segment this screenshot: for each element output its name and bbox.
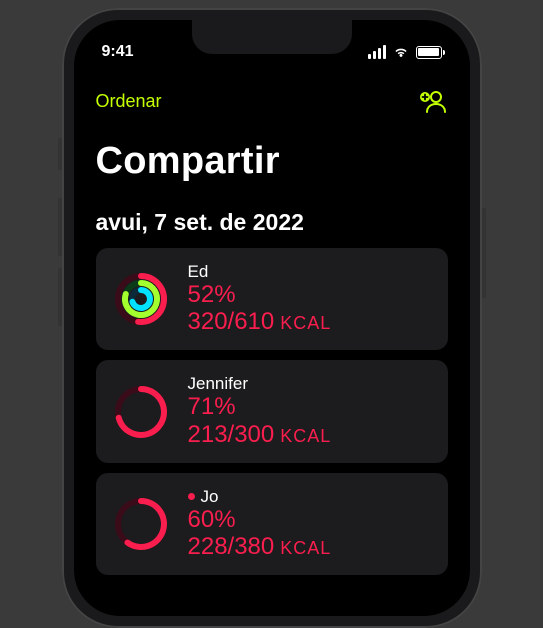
battery-icon [416,46,442,59]
date-label: avui, 7 set. de 2022 [96,209,448,236]
mute-switch [58,138,62,170]
status-indicators [368,45,442,59]
cellular-signal-icon [368,45,386,59]
move-progress: 213/300KCAL [188,421,332,449]
screen: 9:41 Ordenar [74,20,470,616]
nav-bar: Ordenar [96,86,448,116]
friend-name: Jennifer [188,374,332,394]
friend-card[interactable]: Jo60%228/380KCAL [96,473,448,575]
unit-label: KCAL [280,538,331,559]
move-percent: 52% [188,282,332,308]
me-indicator-dot [188,493,195,500]
activity-rings-icon [112,495,170,553]
sort-button[interactable]: Ordenar [96,91,162,112]
volume-down-button [58,268,62,326]
friend-info: Jennifer71%213/300KCAL [188,374,332,448]
volume-up-button [58,198,62,256]
friend-info: Jo60%228/380KCAL [188,487,332,561]
friend-name-label: Jo [201,487,219,507]
move-progress-value: 320/610 [188,308,275,336]
friend-name: Jo [188,487,332,507]
move-percent: 60% [188,507,332,533]
friends-list: Ed52%320/610KCALJennifer71%213/300KCALJo… [96,248,448,575]
move-progress-value: 228/380 [188,533,275,561]
friend-card[interactable]: Ed52%320/610KCAL [96,248,448,350]
friend-card[interactable]: Jennifer71%213/300KCAL [96,360,448,462]
friend-name-label: Ed [188,262,209,282]
activity-rings [112,383,170,441]
status-time: 9:41 [102,43,162,61]
activity-rings-icon [112,270,170,328]
unit-label: KCAL [280,313,331,334]
friend-info: Ed52%320/610KCAL [188,262,332,336]
activity-rings [112,495,170,553]
activity-rings-icon [112,383,170,441]
friend-name-label: Jennifer [188,374,248,394]
wifi-icon [392,45,410,59]
phone-frame: 9:41 Ordenar [62,8,482,628]
move-progress-value: 213/300 [188,421,275,449]
friend-name: Ed [188,262,332,282]
move-progress: 228/380KCAL [188,533,332,561]
activity-rings [112,270,170,328]
page-title: Compartir [96,140,448,183]
move-progress: 320/610KCAL [188,308,332,336]
add-friend-icon[interactable] [418,86,448,116]
power-button [482,208,486,298]
unit-label: KCAL [280,426,331,447]
move-percent: 71% [188,394,332,420]
notch [192,20,352,54]
